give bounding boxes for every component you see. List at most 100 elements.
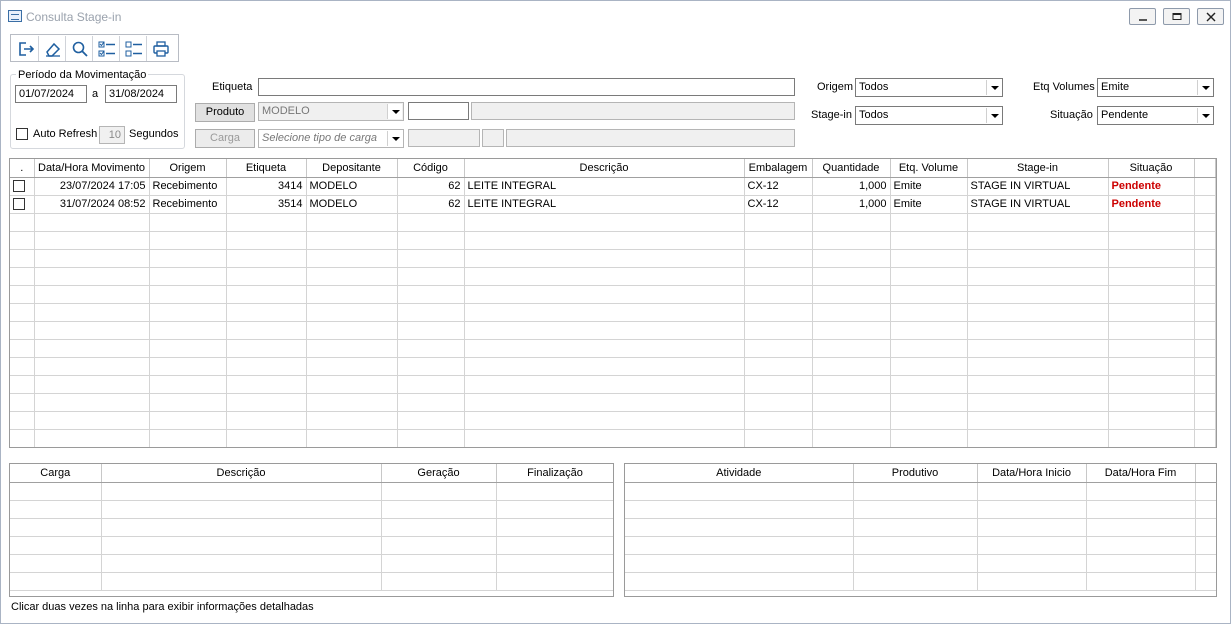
empty-cell bbox=[381, 554, 497, 573]
search-button[interactable] bbox=[66, 36, 93, 61]
empty-cell bbox=[977, 482, 1087, 501]
table-row[interactable] bbox=[10, 249, 1216, 268]
carga-button[interactable]: Carga bbox=[195, 129, 255, 148]
row-checkbox[interactable] bbox=[13, 180, 25, 193]
empty-cell bbox=[1194, 285, 1216, 304]
column-header[interactable]: Data/Hora Movimento bbox=[34, 159, 150, 178]
column-header[interactable]: Origem bbox=[149, 159, 227, 178]
produto-button[interactable]: Produto bbox=[195, 103, 255, 122]
empty-cell bbox=[967, 231, 1109, 250]
produto-code-input[interactable] bbox=[408, 102, 469, 120]
empty-cell bbox=[812, 321, 891, 340]
empty-cell bbox=[812, 339, 891, 358]
empty-cell bbox=[464, 357, 745, 376]
origem-select[interactable]: Todos bbox=[855, 78, 1003, 97]
column-header[interactable]: Etiqueta bbox=[226, 159, 307, 178]
column-header[interactable]: Descrição bbox=[101, 464, 382, 483]
table-row[interactable] bbox=[10, 375, 1216, 394]
table-row[interactable]: 23/07/2024 17:05 Recebimento 3414 MODELO 62 L… bbox=[10, 177, 1216, 196]
table-row[interactable] bbox=[625, 482, 1216, 501]
empty-cell bbox=[10, 267, 35, 286]
table-cell: CX-12 bbox=[744, 177, 813, 196]
table-row[interactable] bbox=[10, 572, 613, 591]
empty-cell bbox=[149, 285, 227, 304]
row-checkbox-cell[interactable] bbox=[10, 177, 35, 196]
chevron-down-icon bbox=[387, 104, 402, 119]
column-header[interactable]: Geração bbox=[381, 464, 497, 483]
carga-type-select[interactable]: Selecione tipo de carga bbox=[258, 129, 404, 148]
deselect-all-button[interactable] bbox=[120, 36, 147, 61]
column-header[interactable]: Produtivo bbox=[853, 464, 978, 483]
exit-button[interactable] bbox=[12, 36, 39, 61]
column-header[interactable]: Atividade bbox=[625, 464, 854, 483]
column-header[interactable]: . bbox=[10, 159, 35, 178]
refresh-seconds-input[interactable]: 10 bbox=[99, 126, 125, 144]
row-checkbox[interactable] bbox=[13, 198, 25, 211]
table-row[interactable] bbox=[10, 321, 1216, 340]
period-group: Período da Movimentação 01/07/2024 a 31/… bbox=[10, 69, 185, 149]
auto-refresh-checkbox[interactable] bbox=[16, 128, 28, 140]
date-from-input[interactable]: 01/07/2024 bbox=[15, 85, 87, 103]
table-row[interactable] bbox=[10, 231, 1216, 250]
empty-cell bbox=[812, 303, 891, 322]
table-row[interactable] bbox=[10, 500, 613, 519]
column-header[interactable]: Depositante bbox=[306, 159, 398, 178]
clear-button[interactable] bbox=[39, 36, 66, 61]
column-header[interactable]: Data/Hora Inicio bbox=[977, 464, 1087, 483]
table-row[interactable] bbox=[10, 536, 613, 555]
empty-cell bbox=[149, 411, 227, 430]
table-row[interactable] bbox=[10, 339, 1216, 358]
print-button[interactable] bbox=[147, 36, 174, 61]
row-checkbox-cell[interactable] bbox=[10, 195, 35, 214]
column-header[interactable]: Embalagem bbox=[744, 159, 813, 178]
column-header[interactable]: Quantidade bbox=[812, 159, 891, 178]
table-row[interactable] bbox=[10, 393, 1216, 412]
carga-seq-input bbox=[482, 129, 504, 147]
empty-cell bbox=[890, 321, 968, 340]
table-row[interactable] bbox=[625, 518, 1216, 537]
column-header[interactable]: Stage-in bbox=[967, 159, 1109, 178]
produto-select[interactable]: MODELO bbox=[258, 102, 404, 121]
column-header[interactable]: Etq. Volume bbox=[890, 159, 968, 178]
empty-cell bbox=[1086, 572, 1196, 591]
table-row[interactable] bbox=[625, 572, 1216, 591]
table-row[interactable]: 31/07/2024 08:52 Recebimento 3514 MODELO 62 L… bbox=[10, 195, 1216, 214]
table-row[interactable] bbox=[625, 554, 1216, 573]
table-row[interactable] bbox=[10, 357, 1216, 376]
table-row[interactable] bbox=[10, 518, 613, 537]
table-row[interactable] bbox=[10, 554, 613, 573]
empty-cell bbox=[464, 213, 745, 232]
column-header[interactable]: Descrição bbox=[464, 159, 745, 178]
column-header[interactable]: Situação bbox=[1108, 159, 1195, 178]
column-header[interactable]: Finalização bbox=[496, 464, 613, 483]
table-row[interactable] bbox=[10, 267, 1216, 286]
table-row[interactable] bbox=[625, 500, 1216, 519]
column-header[interactable]: Data/Hora Fim bbox=[1086, 464, 1196, 483]
table-row[interactable] bbox=[10, 482, 613, 501]
situacao-select[interactable]: Pendente bbox=[1097, 106, 1214, 125]
table-row[interactable] bbox=[10, 429, 1216, 447]
seconds-label: Segundos bbox=[129, 128, 179, 140]
table-row[interactable] bbox=[10, 213, 1216, 232]
empty-cell bbox=[967, 339, 1109, 358]
column-header[interactable]: Carga bbox=[10, 464, 102, 483]
etq-volumes-select[interactable]: Emite bbox=[1097, 78, 1214, 97]
empty-cell bbox=[226, 213, 307, 232]
column-header[interactable]: Código bbox=[397, 159, 465, 178]
empty-cell bbox=[464, 375, 745, 394]
restore-button[interactable] bbox=[1163, 8, 1190, 25]
etiqueta-input[interactable] bbox=[258, 78, 795, 96]
table-row[interactable] bbox=[10, 411, 1216, 430]
table-row[interactable] bbox=[625, 536, 1216, 555]
empty-cell bbox=[1194, 411, 1216, 430]
stagein-select[interactable]: Todos bbox=[855, 106, 1003, 125]
table-row[interactable] bbox=[10, 285, 1216, 304]
empty-cell bbox=[625, 536, 854, 555]
minimize-button[interactable] bbox=[1129, 8, 1156, 25]
select-all-button[interactable] bbox=[93, 36, 120, 61]
table-row[interactable] bbox=[10, 303, 1216, 322]
etiqueta-label: Etiqueta bbox=[212, 81, 253, 93]
date-to-input[interactable]: 31/08/2024 bbox=[105, 85, 177, 103]
close-button[interactable] bbox=[1197, 8, 1224, 25]
empty-cell bbox=[464, 267, 745, 286]
